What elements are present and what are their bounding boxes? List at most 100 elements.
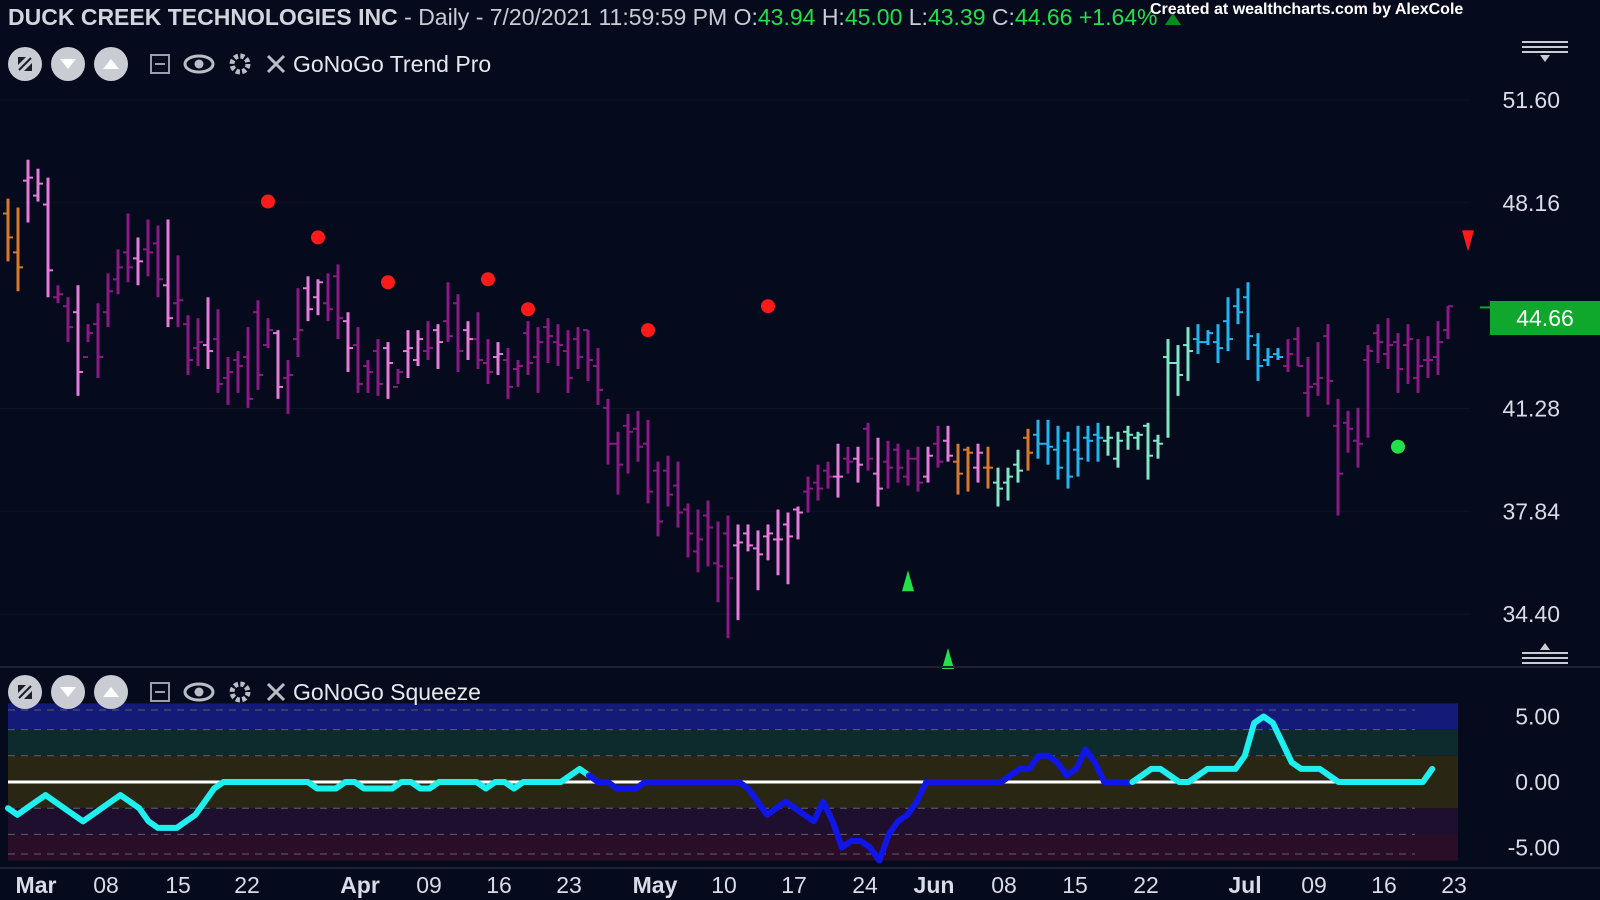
- expand-button[interactable]: [8, 675, 42, 709]
- price-bar: [1343, 410, 1353, 453]
- price-bar: [273, 330, 283, 399]
- price-bar: [53, 285, 63, 304]
- settings-button[interactable]: [227, 51, 253, 77]
- price-bar: [613, 431, 623, 495]
- move-down-button[interactable]: [51, 47, 85, 81]
- move-up-button[interactable]: [94, 675, 128, 709]
- up-triangle-marker: [942, 648, 954, 670]
- price-bar: [1423, 336, 1433, 378]
- price-bar: [653, 461, 663, 537]
- price-bar: [1073, 425, 1083, 477]
- settings-button[interactable]: [227, 679, 253, 705]
- price-bar: [33, 168, 43, 202]
- price-bar: [1283, 339, 1293, 372]
- open-value: 43.94: [757, 4, 816, 30]
- price-bar: [633, 410, 643, 462]
- price-bar: [813, 464, 823, 501]
- y-tick-label: 41.28: [1502, 395, 1560, 421]
- visibility-button[interactable]: [183, 681, 215, 703]
- price-bar: [1233, 288, 1243, 325]
- price-bar: [693, 509, 703, 573]
- squeeze-y-tick-label: -5.00: [1508, 835, 1560, 861]
- price-bar: [1403, 324, 1413, 384]
- price-bar: [643, 419, 653, 504]
- price-bar: [1083, 425, 1093, 462]
- header-meta: - Daily - 7/20/2021 11:59:59 PM: [404, 4, 728, 30]
- price-bar: [173, 255, 183, 328]
- price-bar: [1433, 321, 1443, 375]
- x-tick-label: 15: [165, 872, 191, 898]
- x-tick-label: May: [633, 872, 678, 898]
- red-dot-marker: [381, 275, 395, 290]
- price-bar: [333, 264, 343, 340]
- price-bar: [303, 276, 313, 322]
- price-bar: [1253, 333, 1263, 381]
- x-tick-label: 23: [556, 872, 582, 898]
- price-bar: [373, 339, 383, 396]
- price-bar: [563, 330, 573, 393]
- price-bar: [1173, 345, 1183, 396]
- price-bar: [83, 324, 93, 359]
- price-bar: [1223, 297, 1233, 352]
- price-bar: [363, 360, 373, 393]
- price-bar: [953, 443, 963, 495]
- price-bar: [1143, 422, 1153, 480]
- price-bar: [1003, 467, 1013, 501]
- price-bar: [1103, 425, 1113, 456]
- y-tick-label: 37.84: [1502, 498, 1560, 524]
- x-tick-label: 17: [781, 872, 807, 898]
- x-tick-label: 16: [1371, 872, 1397, 898]
- close-button[interactable]: [265, 681, 287, 703]
- price-bar: [143, 219, 153, 277]
- squeeze-panel: 5.00 0.00 -5.00: [5, 703, 1560, 864]
- price-bar: [1363, 345, 1373, 438]
- scale-control-top[interactable]: [1518, 38, 1572, 66]
- x-tick-label: Jul: [1228, 872, 1261, 898]
- price-bar: [123, 213, 133, 283]
- y-tick-label: 48.16: [1502, 190, 1560, 216]
- move-down-button[interactable]: [51, 675, 85, 709]
- x-tick-label: 16: [486, 872, 512, 898]
- high-label: H:: [821, 4, 845, 30]
- price-bar: [93, 303, 103, 378]
- price-bar: [1013, 449, 1023, 483]
- chevron-down-icon: [60, 687, 76, 697]
- price-bar: [543, 318, 553, 364]
- price-bar: [453, 294, 463, 372]
- price-bar: [1313, 342, 1323, 396]
- down-triangle-marker: [1462, 230, 1474, 252]
- price-bar: [1413, 339, 1423, 393]
- price-bar: [833, 443, 843, 498]
- trend-toolbar: GoNoGo Trend Pro: [8, 46, 491, 82]
- red-dot-marker: [261, 194, 275, 209]
- minimize-button[interactable]: [149, 53, 171, 75]
- trend-panel-title: GoNoGo Trend Pro: [293, 50, 492, 77]
- price-bar: [623, 413, 633, 474]
- price-bar: [783, 512, 793, 585]
- close-button[interactable]: [265, 53, 287, 75]
- expand-icon: [18, 685, 32, 699]
- minimize-button[interactable]: [149, 681, 171, 703]
- price-bar: [413, 330, 423, 366]
- visibility-button[interactable]: [183, 53, 215, 75]
- expand-button[interactable]: [8, 47, 42, 81]
- price-bar: [663, 455, 673, 507]
- price-bar: [583, 329, 593, 381]
- scale-control-bottom[interactable]: [1518, 640, 1572, 668]
- price-bar: [193, 318, 203, 366]
- price-bar: [1323, 324, 1333, 405]
- price-bar: [993, 467, 1003, 507]
- price-bar: [723, 515, 733, 639]
- price-bar: [133, 237, 143, 286]
- x-tick-label: Apr: [340, 872, 380, 898]
- price-bar: [873, 437, 883, 507]
- x-tick-label: 08: [93, 872, 119, 898]
- x-tick-label: 15: [1062, 872, 1088, 898]
- price-bar: [1163, 339, 1173, 438]
- price-bar: [343, 312, 353, 372]
- price-bar: [943, 425, 953, 462]
- price-bar: [163, 219, 173, 328]
- price-bar: [843, 446, 853, 474]
- move-up-button[interactable]: [94, 47, 128, 81]
- x-tick-label: 22: [1133, 872, 1159, 898]
